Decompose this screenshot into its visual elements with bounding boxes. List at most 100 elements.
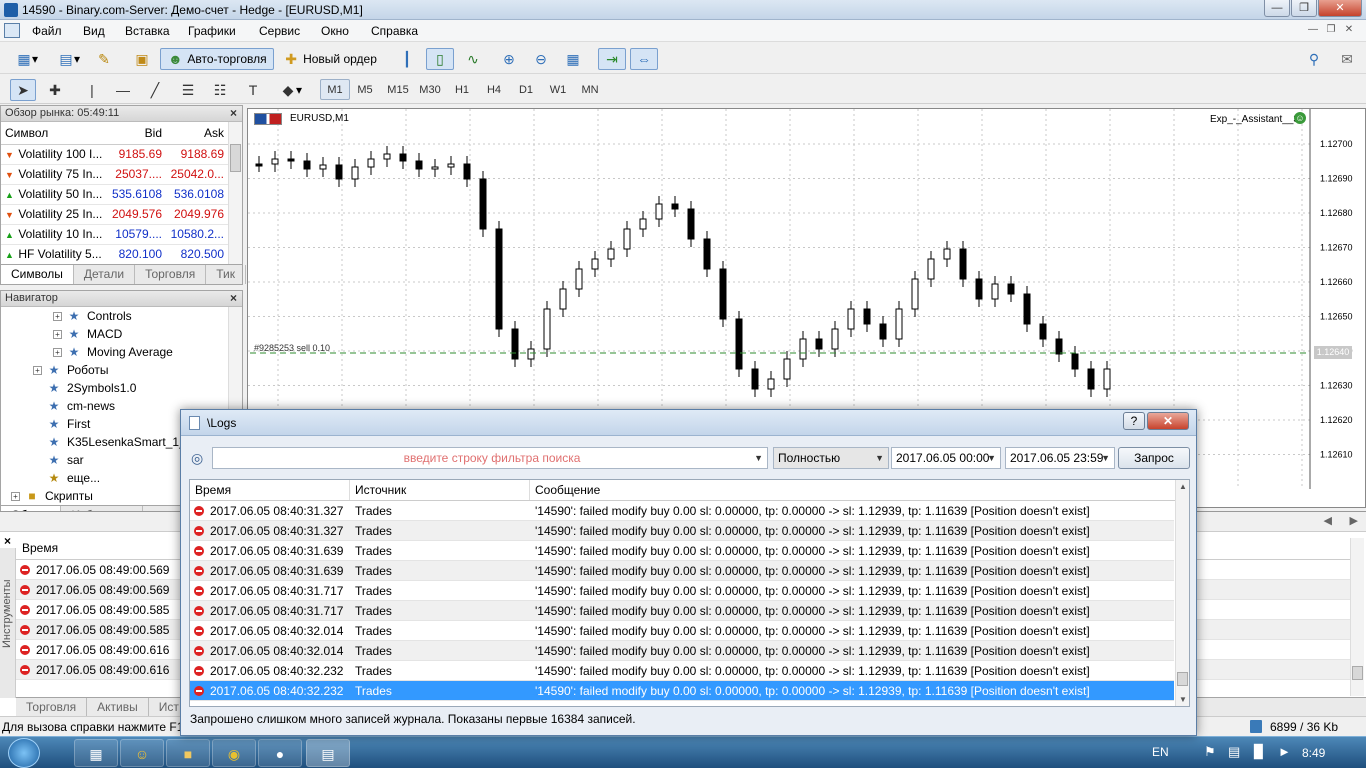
market-row[interactable]: ▲ Volatility 50 In... 535.6108 536.0108 <box>1 184 228 205</box>
cursor-button[interactable]: ➤ <box>10 79 36 101</box>
timeframe-m5[interactable]: M5 <box>350 79 380 100</box>
tile-windows-button[interactable]: ▦ <box>560 48 586 70</box>
timeframe-m30[interactable]: M30 <box>415 79 445 100</box>
scroll-thumb[interactable] <box>1352 666 1363 680</box>
mode-select[interactable]: Полностью ▼ <box>773 447 889 469</box>
menu-view[interactable]: Вид <box>83 24 105 38</box>
scroll-up-icon[interactable]: ▲ <box>1179 482 1187 491</box>
column-bid[interactable]: Bid <box>107 122 166 145</box>
log-row[interactable]: 2017.06.05 08:40:31.327 Trades '14590': fa… <box>190 501 1174 521</box>
notification-tray-icon[interactable]: ▤ <box>1228 744 1240 760</box>
menu-window[interactable]: Окно <box>321 24 349 38</box>
nav-item-macd[interactable]: + ★ MACD <box>53 325 122 343</box>
volume-tray-icon[interactable]: ► <box>1278 744 1291 759</box>
taskbar-app-2[interactable]: ☺ <box>120 739 164 767</box>
column-ask[interactable]: Ask <box>166 122 228 145</box>
toolbox-button[interactable]: ▣ <box>130 48 154 70</box>
navigator-close-icon[interactable]: × <box>230 291 237 305</box>
column-symbol[interactable]: Символ <box>1 122 108 145</box>
menu-insert[interactable]: Вставка <box>125 24 170 38</box>
market-row[interactable]: ▼ Volatility 25 In... 2049.576 2049.976 <box>1 204 228 225</box>
taskbar-app-1[interactable]: ▦ <box>74 739 118 767</box>
tab-details[interactable]: Детали <box>74 265 136 284</box>
trendline-button[interactable]: ╱ <box>142 79 168 101</box>
log-row[interactable]: 2017.06.05 08:40:31.717 Trades '14590': fa… <box>190 601 1174 621</box>
expand-icon[interactable]: + <box>53 311 62 321</box>
chevron-down-icon[interactable]: ▼ <box>1101 448 1110 468</box>
menu-tools[interactable]: Сервис <box>259 24 300 38</box>
scroll-thumb[interactable] <box>230 144 241 172</box>
menu-charts[interactable]: Графики <box>188 24 236 38</box>
language-indicator[interactable]: EN <box>1152 745 1169 759</box>
shapes-button[interactable]: ◆ ▾ <box>272 79 310 101</box>
scroll-thumb[interactable] <box>1177 672 1188 686</box>
column-source[interactable]: Источник <box>350 480 530 500</box>
fibonacci-button[interactable]: ☷ <box>206 79 234 101</box>
expand-icon[interactable]: + <box>11 491 20 501</box>
tab-assets[interactable]: Активы <box>87 698 149 717</box>
nav-item-first[interactable]: ★ First <box>46 415 91 433</box>
column-message[interactable]: Сообщение <box>530 480 1189 500</box>
nav-item-scripts[interactable]: + ■ Скрипты <box>11 487 93 505</box>
nav-item-more[interactable]: ★ еще... <box>46 469 100 487</box>
crosshair-button[interactable]: ✚ <box>42 79 68 101</box>
market-row[interactable]: ▼ Volatility 100 I... 9185.69 9188.69 <box>1 144 228 165</box>
line-chart-button[interactable]: ∿ <box>460 48 486 70</box>
mdi-minimize-button[interactable]: — <box>1306 24 1320 36</box>
nav-item-2symbols[interactable]: ★ 2Symbols1.0 <box>46 379 137 397</box>
zoom-in-button[interactable]: ⊕ <box>496 48 522 70</box>
logs-close-button[interactable]: ✕ <box>1147 412 1189 430</box>
timeframe-d1[interactable]: D1 <box>511 79 541 100</box>
nav-item-controls[interactable]: + ★ Controls <box>53 307 132 325</box>
timeframe-m15[interactable]: M15 <box>383 79 413 100</box>
zoom-out-button[interactable]: ⊖ <box>528 48 554 70</box>
flag-tray-icon[interactable]: ⚑ <box>1204 744 1216 760</box>
help-button[interactable]: ? <box>1123 412 1145 430</box>
expand-icon[interactable]: + <box>53 347 62 357</box>
expand-icon[interactable]: + <box>33 365 42 375</box>
clock[interactable]: 8:49 <box>1302 746 1325 760</box>
mdi-restore-button[interactable]: ❐ <box>1324 24 1338 36</box>
log-row[interactable]: 2017.06.05 08:40:32.232 Trades '14590': fa… <box>190 661 1174 681</box>
autotrade-button[interactable]: ☻ Авто-торговля <box>160 48 274 70</box>
text-label-button[interactable]: T <box>240 79 266 101</box>
taskbar-chrome[interactable]: ◉ <box>212 739 256 767</box>
new-order-button[interactable]: ✚ Новый ордер <box>278 48 382 70</box>
date-from-field[interactable]: 2017.06.05 00:00 ▼ <box>891 447 1001 469</box>
chevron-down-icon[interactable]: ▼ <box>754 448 763 468</box>
tab-symbols[interactable]: Символы <box>1 265 74 284</box>
tab-ticks[interactable]: Тик <box>206 265 246 284</box>
tab-trade[interactable]: Торговля <box>16 698 88 717</box>
timeframe-h1[interactable]: H1 <box>447 79 477 100</box>
log-row[interactable]: 2017.06.05 08:40:32.232 Trades '14590': fa… <box>190 681 1174 701</box>
terminal-close-icon[interactable]: × <box>4 534 11 548</box>
bar-chart-button[interactable]: ┃ <box>394 48 420 70</box>
taskbar-explorer[interactable]: ■ <box>166 739 210 767</box>
log-row[interactable]: 2017.06.05 08:40:32.014 Trades '14590': fa… <box>190 621 1174 641</box>
vertical-line-button[interactable]: | <box>80 79 104 101</box>
date-to-field[interactable]: 2017.06.05 23:59 ▼ <box>1005 447 1115 469</box>
terminal-scrollbar[interactable] <box>1350 538 1364 696</box>
expand-icon[interactable]: + <box>53 329 62 339</box>
maximize-button[interactable]: ❐ <box>1291 0 1317 17</box>
chat-button[interactable]: ✉ <box>1334 48 1360 70</box>
new-chart-button[interactable]: ▦ ▾ <box>10 48 44 70</box>
logs-scrollbar[interactable]: ▲ ▼ <box>1175 480 1189 706</box>
autoscroll-button[interactable]: ⇥ <box>598 48 626 70</box>
chevron-down-icon[interactable]: ▼ <box>875 448 884 468</box>
column-time[interactable]: Время <box>190 480 350 500</box>
nav-item-sar[interactable]: ★ sar <box>46 451 84 469</box>
scroll-down-icon[interactable]: ▼ <box>1179 695 1187 704</box>
query-button[interactable]: Запрос <box>1118 447 1190 469</box>
nav-item-k35[interactable]: ★ K35LesenkaSmart_1_ <box>46 433 186 451</box>
column-time[interactable]: Время <box>22 541 58 555</box>
chevron-down-icon[interactable]: ▼ <box>987 448 996 468</box>
tab-trading[interactable]: Торговля <box>135 265 207 284</box>
nav-item-robots[interactable]: + ★ Роботы <box>33 361 109 379</box>
log-row[interactable]: 2017.06.05 08:40:31.639 Trades '14590': fa… <box>190 561 1174 581</box>
network-tray-icon[interactable]: ▉ <box>1254 744 1264 760</box>
minimize-button[interactable]: — <box>1264 0 1290 17</box>
profiles-button[interactable]: ▤ ▾ <box>52 48 86 70</box>
menu-help[interactable]: Справка <box>371 24 418 38</box>
scroll-left-icon[interactable]: ◀ <box>1324 514 1332 527</box>
